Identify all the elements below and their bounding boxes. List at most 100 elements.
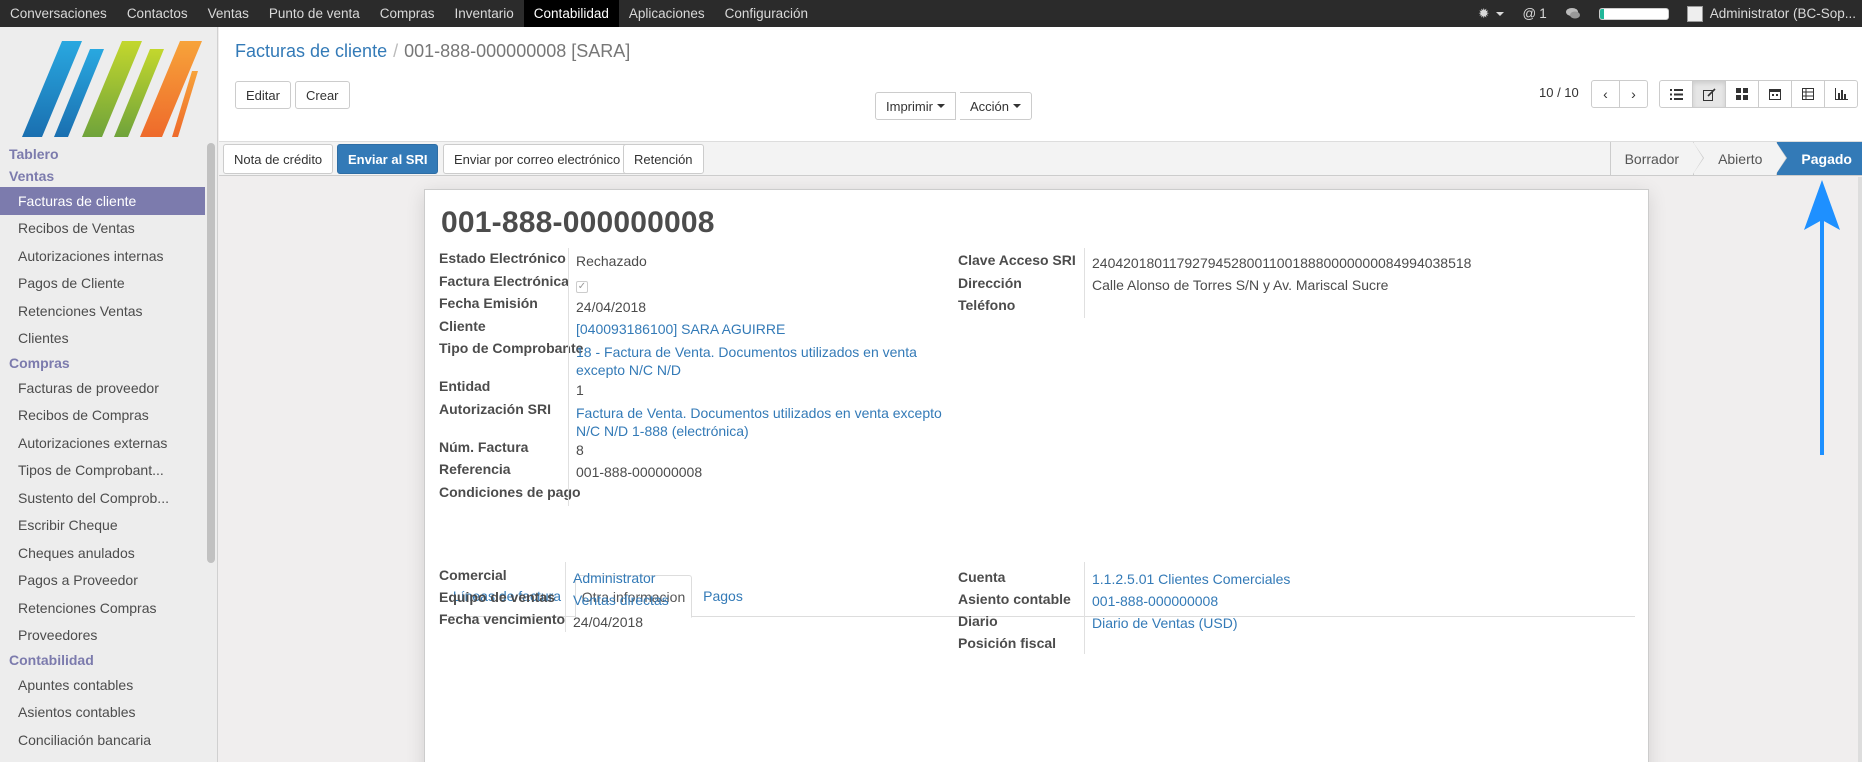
chevron-down-icon [936, 104, 945, 108]
sidebar-item-retenciones-compras[interactable]: Retenciones Compras [0, 594, 205, 622]
field-divider [1084, 248, 1085, 318]
sidebar-item-recibos-de-compras[interactable]: Recibos de Compras [0, 402, 205, 430]
sidebar-item-conciliacion-bancaria[interactable]: Conciliación bancaria [0, 726, 205, 754]
at-icon: @ [1522, 6, 1537, 21]
sidebar-scrollbar[interactable] [207, 143, 215, 563]
send-sri-button[interactable]: Enviar al SRI [337, 144, 439, 174]
invoice-number-title: 001-888-000000008 [441, 206, 715, 239]
sidebar-head-compras[interactable]: Compras [0, 352, 205, 374]
sidebar-item-autorizaciones-internas[interactable]: Autorizaciones internas [0, 242, 205, 270]
tab-pagos[interactable]: Pagos [693, 575, 753, 617]
sidebar-item-escribir-cheque[interactable]: Escribir Cheque [0, 512, 205, 540]
view-kanban-button[interactable] [1725, 80, 1759, 108]
field-divider [568, 248, 569, 506]
sidebar-item-pagos-a-proveedor[interactable]: Pagos a Proveedor [0, 567, 205, 595]
customer-link[interactable]: [040093186100] SARA AGUIRRE [576, 320, 785, 338]
chevron-left-icon: ‹ [1603, 86, 1608, 102]
view-calendar-button[interactable] [1758, 80, 1792, 108]
bug-icon: ✹ [1478, 5, 1490, 21]
sidebar-item-cheques-anulados[interactable]: Cheques anulados [0, 539, 205, 567]
menu-inventario[interactable]: Inventario [445, 0, 524, 27]
form-sheet: 001-888-000000008 Estado Electrónico Rec… [424, 189, 1649, 762]
pager-previous-button[interactable]: ‹ [1591, 80, 1620, 108]
voucher-type-link[interactable]: 18 - Factura de Venta. Documentos utiliz… [576, 343, 936, 379]
calendar-icon [1769, 89, 1781, 100]
sidebar-item-clientes[interactable]: Clientes [0, 325, 205, 353]
electronic-invoice-checkbox[interactable]: ✓ [576, 275, 588, 293]
field-label-comercial: Comercial [439, 567, 507, 583]
create-button[interactable]: Crear [295, 81, 350, 109]
field-label-estado-electronico: Estado Electrónico [439, 250, 566, 266]
sidebar-item-autorizaciones-externas[interactable]: Autorizaciones externas [0, 429, 205, 457]
stage-label: Pagado [1801, 150, 1852, 167]
account-link[interactable]: 1.1.2.5.01 Clientes Comerciales [1092, 570, 1290, 588]
print-dropdown[interactable]: Imprimir [875, 92, 956, 120]
sidebar-head-tablero[interactable]: Tablero [0, 143, 205, 165]
sidebar-item-facturas-de-cliente[interactable]: Facturas de cliente [0, 187, 205, 215]
action-label: Acción [970, 98, 1010, 114]
view-pivot-button[interactable] [1791, 80, 1825, 108]
field-label-asiento-contable: Asiento contable [958, 591, 1071, 607]
sidebar-item-apuntes-contables[interactable]: Apuntes contables [0, 671, 205, 699]
progress-bar [1598, 7, 1669, 20]
sidebar-item-retenciones-ventas[interactable]: Retenciones Ventas [0, 297, 205, 325]
field-label-posicion-fiscal: Posición fiscal [958, 635, 1057, 651]
retention-button[interactable]: Retención [623, 144, 704, 174]
menu-contactos[interactable]: Contactos [117, 0, 198, 27]
sidebar-item-facturas-de-proveedor[interactable]: Facturas de proveedor [0, 374, 205, 402]
sidebar-item-sustento-del-comprobante[interactable]: Sustento del Comprob... [0, 484, 205, 512]
field-divider [1084, 562, 1085, 654]
sidebar-item-recibos-de-ventas[interactable]: Recibos de Ventas [0, 215, 205, 243]
menu-aplicaciones[interactable]: Aplicaciones [619, 0, 715, 27]
breadcrumb: Facturas de cliente /001-888-000000008 [S… [235, 41, 630, 62]
stage-label: Borrador [1624, 150, 1680, 167]
journal-entry-link[interactable]: 001-888-000000008 [1092, 592, 1218, 610]
view-graph-button[interactable] [1824, 80, 1858, 108]
menu-ventas[interactable]: Ventas [198, 0, 259, 27]
menu-conversaciones[interactable]: Conversaciones [0, 0, 117, 27]
user-menu[interactable]: Administrator (BC-Sop... [1678, 5, 1862, 22]
sales-team-link[interactable]: Ventas directas [573, 591, 669, 609]
control-panel: Facturas de cliente /001-888-000000008 [S… [219, 27, 1862, 142]
mention-count: 1 [1539, 6, 1547, 21]
menu-configuracion[interactable]: Configuración [715, 0, 818, 27]
field-value-clave-acceso-sri: 2404201801179279452800110018880000000084… [1092, 255, 1472, 271]
sri-authorization-link[interactable]: Factura de Venta. Documentos utilizados … [576, 404, 948, 440]
pager-next-button[interactable]: › [1619, 80, 1648, 108]
stage-label: Abierto [1718, 150, 1763, 167]
edit-button[interactable]: Editar [235, 81, 291, 109]
send-email-button[interactable]: Enviar por correo electrónico [443, 144, 632, 174]
journal-link[interactable]: Diario de Ventas (USD) [1092, 614, 1238, 632]
menu-compras[interactable]: Compras [370, 0, 445, 27]
salesperson-link[interactable]: Administrator [573, 569, 655, 587]
breadcrumb-parent[interactable]: Facturas de cliente [235, 41, 387, 61]
sidebar-item-asientos-contables[interactable]: Asientos contables [0, 699, 205, 727]
menu-contabilidad[interactable]: Contabilidad [523, 0, 619, 27]
action-dropdown[interactable]: Acción [960, 92, 1033, 120]
debug-menu[interactable]: ✹ [1469, 6, 1513, 22]
breadcrumb-separator: / [393, 41, 399, 61]
field-label-telefono: Teléfono [958, 297, 1016, 313]
sidebar-head-contabilidad[interactable]: Contabilidad [0, 649, 205, 671]
field-label-fecha-emision: Fecha Emisión [439, 295, 538, 311]
content-scrollbar[interactable] [1858, 177, 1862, 762]
field-label-condiciones-de-pago: Condiciones de pago [439, 484, 581, 500]
view-form-button[interactable] [1692, 80, 1726, 108]
sidebar: Tablero Ventas Facturas de cliente Recib… [0, 27, 218, 762]
view-list-button[interactable] [1659, 80, 1693, 108]
progress-indicator [1590, 7, 1678, 20]
menu-punto-de-venta[interactable]: Punto de venta [259, 0, 370, 27]
field-divider [565, 562, 566, 632]
sidebar-item-proveedores[interactable]: Proveedores [0, 622, 205, 650]
mentions-button[interactable]: @1 [1513, 6, 1555, 21]
breadcrumb-current: 001-888-000000008 [SARA] [404, 41, 631, 61]
sidebar-item-pagos-de-cliente[interactable]: Pagos de Cliente [0, 270, 205, 298]
stage-pagado[interactable]: Pagado [1776, 142, 1862, 175]
pager-value[interactable]: 10 / 10 [1539, 85, 1579, 100]
stage-borrador[interactable]: Borrador [1609, 142, 1705, 175]
stage-abierto[interactable]: Abierto [1693, 142, 1788, 175]
chat-button[interactable] [1556, 7, 1590, 20]
sidebar-item-tipos-de-comprobante[interactable]: Tipos de Comprobant... [0, 457, 205, 485]
credit-note-button[interactable]: Nota de crédito [223, 144, 334, 174]
sidebar-head-ventas[interactable]: Ventas [0, 165, 205, 187]
